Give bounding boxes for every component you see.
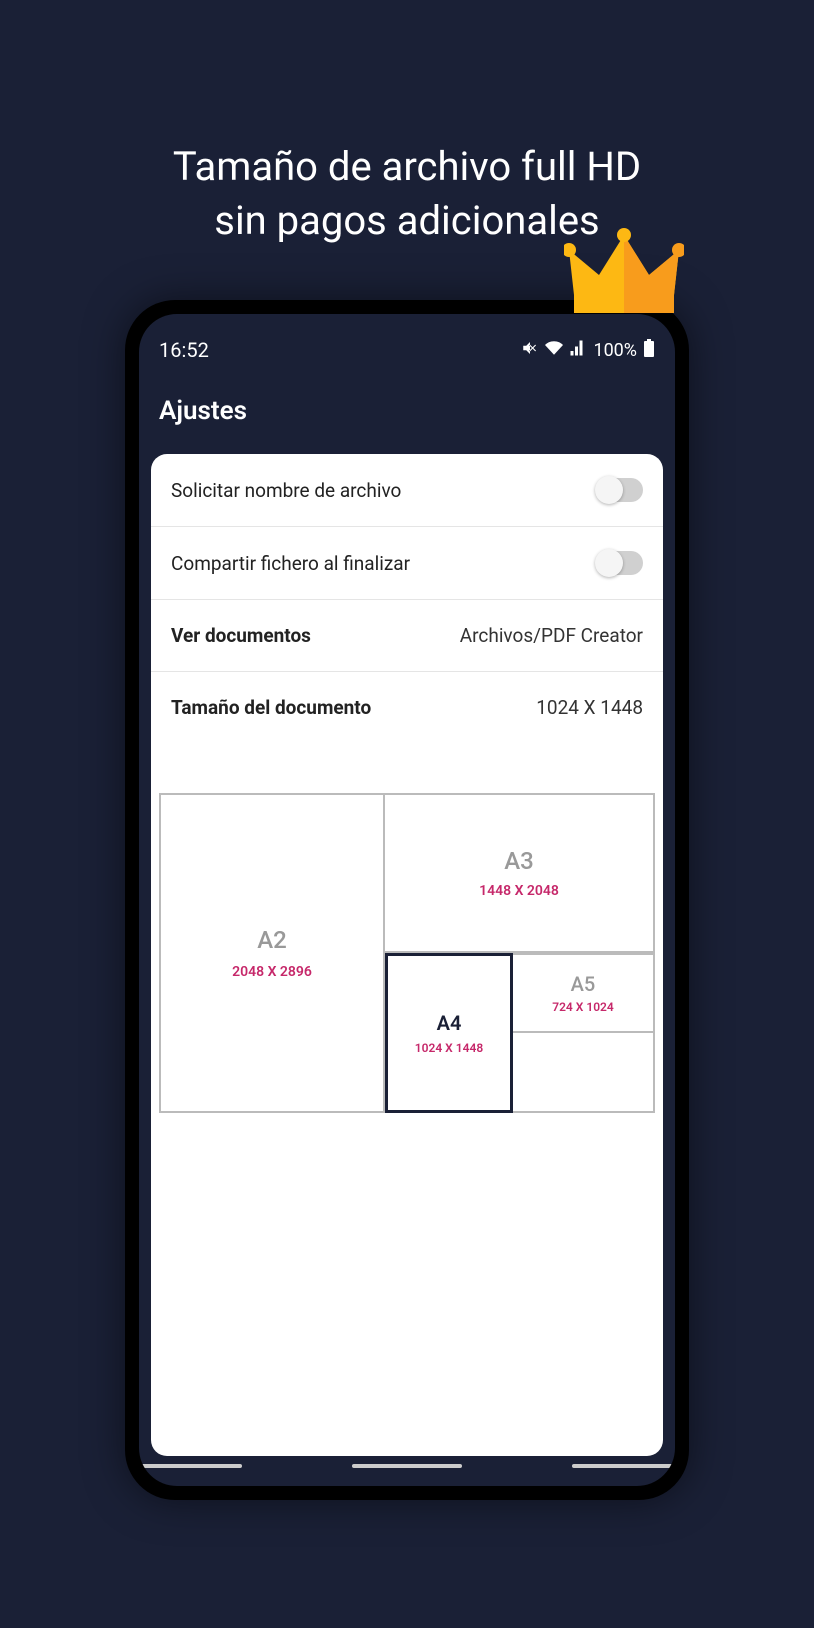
setting-document-size[interactable]: Tamaño del documento 1024 X 1448: [151, 672, 663, 743]
toggle-share-on-finish[interactable]: [597, 551, 643, 575]
setting-request-filename[interactable]: Solicitar nombre de archivo: [151, 454, 663, 527]
paper-label: A2: [257, 926, 287, 954]
page-title: Ajustes: [139, 378, 675, 444]
paper-label: A5: [571, 972, 596, 996]
nav-bar[interactable]: [139, 1464, 675, 1468]
paper-dims: 2048 X 2896: [232, 964, 312, 980]
paper-label: A4: [437, 1011, 462, 1035]
signal-icon: [569, 339, 587, 362]
mute-icon: [521, 339, 539, 362]
paper-option-a5[interactable]: A5 724 X 1024: [513, 953, 655, 1033]
paper-dims: 1024 X 1448: [415, 1041, 483, 1055]
phone-mockup: 16:52 100% Ajustes: [125, 300, 689, 1500]
status-indicators: 100%: [521, 339, 655, 362]
paper-label: A3: [504, 847, 534, 875]
setting-value: Archivos/PDF Creator: [460, 624, 643, 647]
toggle-request-filename[interactable]: [597, 478, 643, 502]
status-bar: 16:52 100%: [139, 322, 675, 378]
phone-screen: 16:52 100% Ajustes: [139, 314, 675, 1486]
paper-option-a3[interactable]: A3 1448 X 2048: [385, 793, 655, 953]
setting-view-documents[interactable]: Ver documentos Archivos/PDF Creator: [151, 600, 663, 672]
paper-option-a2[interactable]: A2 2048 X 2896: [159, 793, 385, 1113]
settings-card: Solicitar nombre de archivo Compartir fi…: [151, 454, 663, 1456]
status-time: 16:52: [159, 338, 209, 362]
promo-line2: sin pagos adicionales: [0, 194, 814, 248]
paper-dims: 1448 X 2048: [479, 883, 559, 899]
paper-size-selector: A2 2048 X 2896 A3 1448 X 2048 A4 1024 X …: [159, 793, 655, 1113]
setting-label: Ver documentos: [171, 624, 311, 647]
battery-icon: [643, 339, 655, 362]
wifi-icon: [545, 339, 563, 362]
paper-option-a4[interactable]: A4 1024 X 1448: [385, 953, 513, 1113]
setting-label: Solicitar nombre de archivo: [171, 479, 401, 502]
setting-share-on-finish[interactable]: Compartir fichero al finalizar: [151, 527, 663, 600]
setting-label: Compartir fichero al finalizar: [171, 552, 410, 575]
paper-blank: [513, 1033, 655, 1113]
battery-text: 100%: [593, 340, 637, 361]
setting-value: 1024 X 1448: [536, 696, 643, 719]
crown-icon: [564, 225, 684, 325]
paper-dims: 724 X 1024: [552, 1000, 614, 1014]
promo-line1: Tamaño de archivo full HD: [0, 140, 814, 194]
setting-label: Tamaño del documento: [171, 696, 371, 719]
promo-heading: Tamaño de archivo full HD sin pagos adic…: [0, 0, 814, 248]
